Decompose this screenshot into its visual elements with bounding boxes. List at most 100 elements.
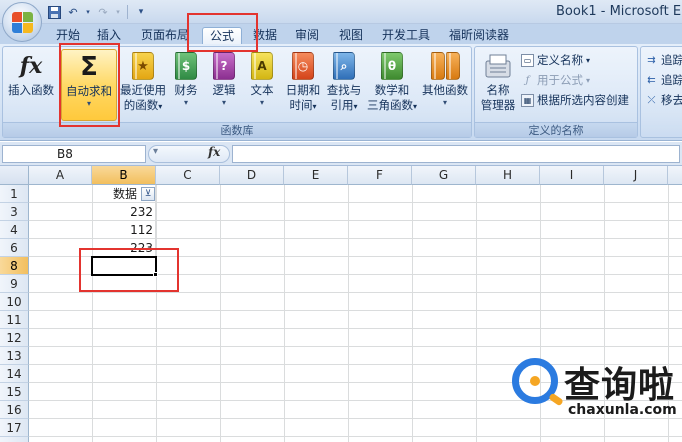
text-button[interactable]: A 文本 ▾ <box>245 51 279 108</box>
row-header-10[interactable]: 10 <box>0 293 29 311</box>
clock-book-icon: ◷ <box>292 52 314 80</box>
row-header-6[interactable]: 6 <box>0 239 29 257</box>
function-library-group: fx 插入函数 Σ 自动求和 ▾ ★ 最近使用 的函数▾ $ 财务 ▾ ? 逻辑… <box>2 46 472 138</box>
use-in-formula-icon: ƒ <box>525 74 530 86</box>
insert-function-fx-icon[interactable]: fx <box>208 145 220 159</box>
tab-developer[interactable]: 开发工具 <box>378 27 434 45</box>
datetime-button[interactable]: ◷ 日期和 时间▾ <box>283 51 323 114</box>
insert-function-button[interactable]: fx 插入函数 <box>5 51 57 98</box>
quick-access-toolbar: ↶ ▾ ↷ ▾ ▾ <box>46 3 149 21</box>
name-manager-button[interactable]: 名称 管理器 <box>477 51 519 113</box>
recent-book-icon: ★ <box>128 51 158 81</box>
column-header-e[interactable]: E <box>284 166 348 185</box>
remove-arrows-label: 移去 <box>661 93 682 107</box>
row-header-11[interactable]: 11 <box>0 311 29 329</box>
remove-arrows-button[interactable]: ⤫ 移去 <box>645 92 682 108</box>
row-header-15[interactable]: 15 <box>0 383 29 401</box>
row-header-14[interactable]: 14 <box>0 365 29 383</box>
tab-formulas[interactable]: 公式 <box>202 27 242 45</box>
column-header-k[interactable] <box>668 166 682 185</box>
column-header-b[interactable]: B <box>92 166 156 185</box>
tab-view[interactable]: 视图 <box>334 27 368 45</box>
datetime-book-icon: ◷ <box>288 51 318 81</box>
math-label-2: 三角函数 <box>366 98 413 112</box>
trace-precedents-label: 追踪 <box>661 53 682 67</box>
row-header-1[interactable]: 1 <box>0 185 29 203</box>
autosum-dropdown-icon: ▾ <box>86 99 91 108</box>
math-trig-button[interactable]: θ 数学和 三角函数▾ <box>365 51 419 114</box>
logical-dropdown-icon: ▾ <box>221 98 226 107</box>
cell-b4[interactable]: 112 <box>92 221 156 239</box>
tab-page-layout[interactable]: 页面布局 <box>136 27 194 45</box>
office-button[interactable] <box>2 2 42 42</box>
function-library-label: 函数库 <box>3 122 471 137</box>
insert-function-label: 插入函数 <box>8 83 54 97</box>
cell-b6[interactable]: 223 <box>92 239 156 257</box>
tab-insert[interactable]: 插入 <box>92 27 126 45</box>
cell-b3[interactable]: 232 <box>92 203 156 221</box>
logical-book-icon: ? <box>209 51 239 81</box>
autosum-button[interactable]: Σ 自动求和 ▾ <box>61 49 117 121</box>
undo-icon[interactable]: ↶ <box>65 4 81 20</box>
name-box[interactable]: B8 <box>2 145 146 163</box>
row-header-18[interactable] <box>0 437 29 442</box>
column-header-j[interactable]: J <box>604 166 668 185</box>
tab-data[interactable]: 数据 <box>248 27 282 45</box>
lookup-label-2: 引用 <box>330 98 354 112</box>
filter-dropdown-icon[interactable]: ⊻ <box>141 187 155 201</box>
datetime-dropdown-icon: ▾ <box>312 102 317 111</box>
column-header-d[interactable]: D <box>220 166 284 185</box>
column-header-h[interactable]: H <box>476 166 540 185</box>
redo-dropdown-icon[interactable]: ▾ <box>114 4 122 20</box>
undo-dropdown-icon[interactable]: ▾ <box>84 4 92 20</box>
create-from-selection-icon: ▦ <box>521 93 534 107</box>
namebox-dropdown-icon: ▾ <box>153 146 159 157</box>
customize-arrow-icon[interactable]: ▾ <box>133 4 149 20</box>
window-title: Book1 - Microsoft E <box>556 4 682 19</box>
math-book-icon: θ <box>377 51 407 81</box>
financial-button[interactable]: $ 财务 ▾ <box>169 51 203 108</box>
row-header-13[interactable]: 13 <box>0 347 29 365</box>
more-functions-label: 其他函数 <box>422 83 468 97</box>
tab-review[interactable]: 审阅 <box>290 27 324 45</box>
orange-book-icon <box>430 52 445 80</box>
trace-dependents-button[interactable]: ⇇ 追踪 <box>645 72 682 88</box>
create-from-selection-label: 根据所选内容创建 <box>537 93 629 107</box>
text-dropdown-icon: ▾ <box>259 98 264 107</box>
column-header-c[interactable]: C <box>156 166 220 185</box>
select-all-corner[interactable] <box>0 166 29 185</box>
save-icon[interactable] <box>46 4 62 20</box>
row-header-16[interactable]: 16 <box>0 401 29 419</box>
create-from-selection-button[interactable]: ▦ 根据所选内容创建 <box>521 92 629 108</box>
row-header-8[interactable]: 8 <box>0 257 29 275</box>
watermark-url: chaxunla.com <box>568 402 677 418</box>
row-header-17[interactable]: 17 <box>0 419 29 437</box>
tab-foxit-reader[interactable]: 福昕阅读器 <box>444 27 514 45</box>
formula-input[interactable] <box>232 145 680 163</box>
autosum-label: 自动求和 <box>66 84 112 98</box>
column-header-a[interactable]: A <box>29 166 92 185</box>
tab-home[interactable]: 开始 <box>52 27 84 45</box>
watermark-logo-icon <box>512 358 558 404</box>
fill-handle[interactable] <box>153 272 158 277</box>
redo-icon[interactable]: ↷ <box>95 4 111 20</box>
logical-button[interactable]: ? 逻辑 ▾ <box>207 51 241 108</box>
define-name-label: 定义名称 <box>537 53 583 67</box>
name-manager-label-1: 名称 <box>486 83 510 97</box>
use-in-formula-button[interactable]: ƒ 用于公式 ▾ <box>521 72 590 88</box>
column-header-i[interactable]: I <box>540 166 604 185</box>
trace-dependents-label: 追踪 <box>661 73 682 87</box>
trace-precedents-button[interactable]: ⇉ 追踪 <box>645 52 682 68</box>
define-name-button[interactable]: ▭ 定义名称 ▾ <box>521 52 590 68</box>
recently-used-button[interactable]: ★ 最近使用 的函数▾ <box>119 51 167 114</box>
row-header-12[interactable]: 12 <box>0 329 29 347</box>
row-header-9[interactable]: 9 <box>0 275 29 293</box>
more-functions-button[interactable]: 其他函数 ▾ <box>419 51 471 108</box>
active-cell-b8[interactable] <box>91 256 157 276</box>
row-header-3[interactable]: 3 <box>0 203 29 221</box>
row-header-4[interactable]: 4 <box>0 221 29 239</box>
column-header-g[interactable]: G <box>412 166 476 185</box>
column-header-f[interactable]: F <box>348 166 412 185</box>
lookup-reference-button[interactable]: ⌕ 查找与 引用▾ <box>323 51 365 114</box>
recent-label-1: 最近使用 <box>120 83 166 97</box>
